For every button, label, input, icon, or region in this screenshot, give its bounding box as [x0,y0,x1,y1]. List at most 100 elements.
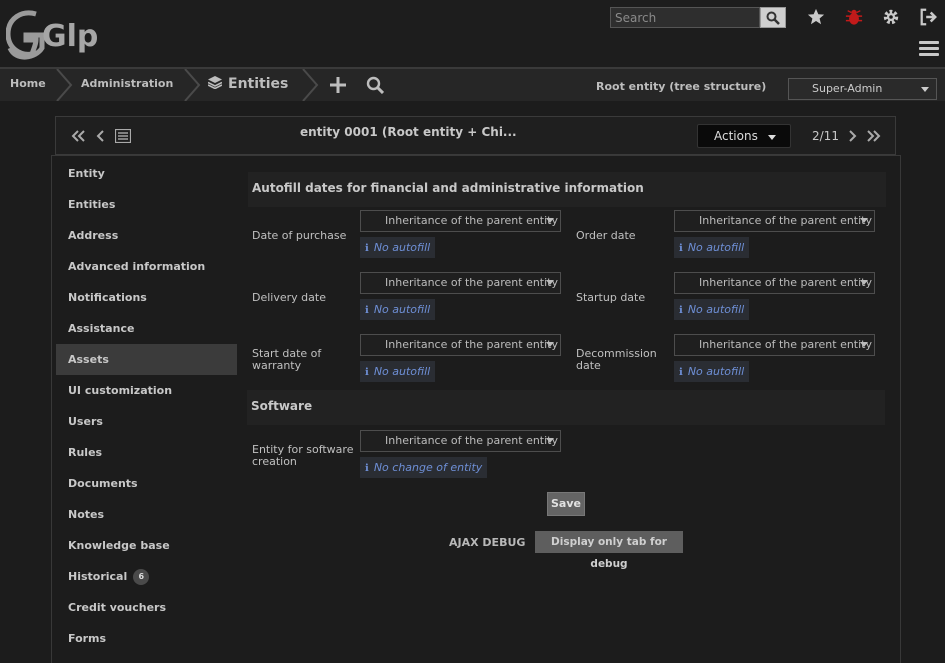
chevron-down-icon [546,342,554,347]
debug-tab-button[interactable]: Display only tab for debug [535,531,683,570]
preferences-button[interactable] [881,7,901,27]
search-input[interactable] [610,7,760,28]
warranty-start-select[interactable]: Inheritance of the parent entity [360,334,561,356]
debug-button[interactable] [844,7,864,27]
chevron-down-icon [860,280,868,285]
tab-label: Entities [68,198,116,211]
search-icon [366,76,385,95]
tab-label: Forms [68,632,107,645]
label-decommission-date: Decommission date [576,348,657,372]
tab-documents[interactable]: Documents [56,468,237,499]
decommission-date-value: ℹ No autofill [674,361,750,382]
search-button[interactable] [760,7,786,28]
breadcrumb-separator-icon [302,69,319,101]
tab-assistance[interactable]: Assistance [56,313,237,344]
next-item-icon[interactable] [849,130,857,142]
info-icon: ℹ [679,305,683,316]
tab-entity[interactable]: Entity [56,158,237,189]
info-icon: ℹ [679,243,683,254]
chevron-down-icon [546,218,554,223]
tab-forms[interactable]: Forms [56,623,237,654]
menu-toggle[interactable] [919,41,939,59]
software-entity-select[interactable]: Inheritance of the parent entity [360,430,561,452]
section-heading-autofill: Autofill dates for financial and adminis… [248,172,886,207]
profile-select-value: Super-Admin [812,82,883,95]
date-of-purchase-value: ℹ No autofill [360,237,436,258]
label-delivery-date: Delivery date [252,291,326,304]
tab-credit-vouchers[interactable]: Credit vouchers [56,592,237,623]
breadcrumb-administration[interactable]: Administration [81,69,173,101]
bug-icon [845,9,863,25]
search-link[interactable] [366,76,385,108]
label-line: warranty [252,359,302,372]
order-date-select[interactable]: Inheritance of the parent entity [674,210,875,232]
tab-label: Address [68,229,119,242]
ajax-debug-label: AJAX DEBUG [449,536,526,549]
info-icon: ℹ [365,463,369,474]
tab-ui-customization[interactable]: UI customization [56,375,237,406]
previous-item-icon[interactable] [96,130,104,142]
list-icon[interactable] [115,129,131,143]
glpi-logo[interactable]: Glpi [5,8,109,60]
value-text: No autofill [373,303,431,316]
tab-advanced-information[interactable]: Advanced information [56,251,237,282]
add-button[interactable] [329,76,347,108]
order-date-value: ℹ No autofill [674,237,750,258]
delivery-date-value: ℹ No autofill [360,299,436,320]
search-icon [766,11,780,25]
decommission-date-select[interactable]: Inheritance of the parent entity [674,334,875,356]
profile-select[interactable]: Super-Admin [788,78,937,100]
label-line: creation [252,455,297,468]
breadcrumb-entities[interactable]: Entities [207,69,288,101]
tab-label: Knowledge base [68,539,170,552]
gear-icon [883,9,899,25]
value-text: No change of entity [373,461,483,474]
tab-address[interactable]: Address [56,220,237,251]
date-of-purchase-select[interactable]: Inheritance of the parent entity [360,210,561,232]
tab-label: Documents [68,477,138,490]
delivery-date-select[interactable]: Inheritance of the parent entity [360,272,561,294]
actions-button[interactable]: Actions [697,124,791,148]
tab-entities[interactable]: Entities [56,189,237,220]
item-navigation: entity 0001 (Root entity + Chi... Action… [55,116,896,155]
actions-button-label: Actions [714,129,758,143]
select-value: Inheritance of the parent entity [385,338,559,351]
warranty-start-value: ℹ No autofill [360,361,436,382]
favorites-button[interactable] [806,7,826,27]
tab-knowledge-base[interactable]: Knowledge base [56,530,237,561]
startup-date-value: ℹ No autofill [674,299,750,320]
chevron-down-icon [921,87,929,92]
active-entity[interactable]: Root entity (tree structure) [596,80,766,93]
section-heading-software: Software [247,390,885,425]
select-value: Inheritance of the parent entity [699,276,873,289]
tab-users[interactable]: Users [56,406,237,437]
label-line: date [576,359,601,372]
layers-icon [207,76,223,90]
info-icon: ℹ [365,243,369,254]
breadcrumb-home[interactable]: Home [10,69,46,101]
tab-notifications[interactable]: Notifications [56,282,237,313]
select-value: Inheritance of the parent entity [385,276,559,289]
first-item-icon[interactable] [71,130,85,142]
logo-text: Glpi [42,19,98,54]
tab-historical[interactable]: Historical 6 [56,561,237,592]
plus-icon [330,77,346,93]
count-badge: 6 [133,569,150,585]
label-warranty-start: Start date of warranty [252,348,321,372]
save-button[interactable]: Save [547,492,585,516]
tab-list: Entity Entities Address Advanced informa… [56,158,237,654]
software-entity-value: ℹ No change of entity [360,457,488,478]
tab-notes[interactable]: Notes [56,499,237,530]
tab-label: Credit vouchers [68,601,167,614]
tab-label: Notifications [68,291,147,304]
tab-assets[interactable]: Assets [56,344,237,375]
breadcrumb-separator-icon [56,69,73,101]
breadcrumb: Home Administration Entities Root entity… [0,67,945,101]
select-value: Inheritance of the parent entity [385,434,559,447]
last-item-icon[interactable] [867,130,881,142]
chevron-down-icon [546,280,554,285]
logout-button[interactable] [918,7,938,27]
search-box [610,7,786,28]
tab-rules[interactable]: Rules [56,437,237,468]
startup-date-select[interactable]: Inheritance of the parent entity [674,272,875,294]
